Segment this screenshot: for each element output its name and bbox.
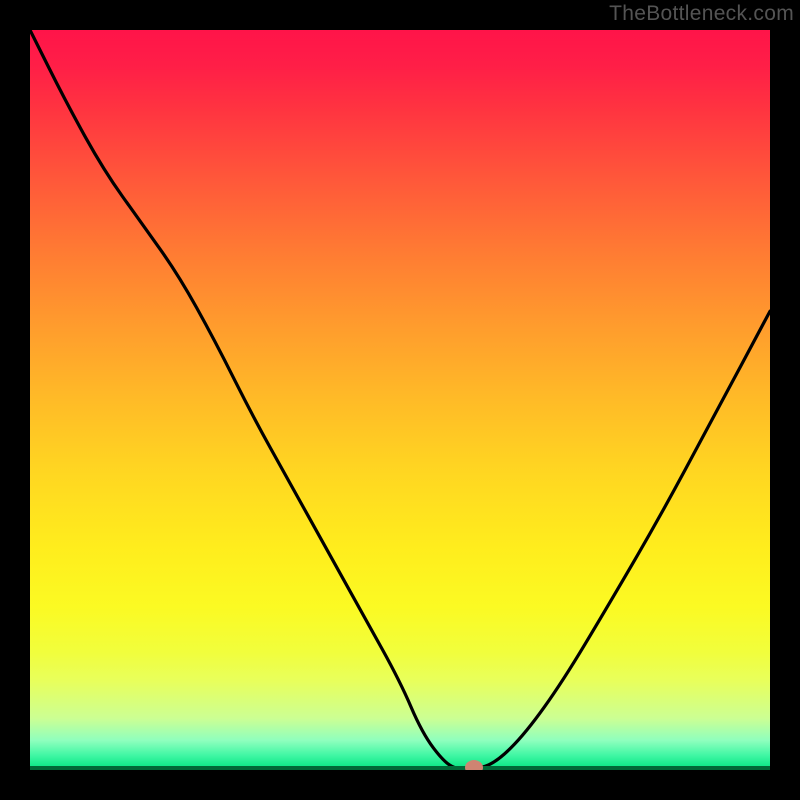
chart-container: TheBottleneck.com [0, 0, 800, 800]
optimum-marker-icon [465, 760, 483, 770]
plot-area [30, 30, 770, 770]
bottleneck-curve [30, 30, 770, 770]
attribution-text: TheBottleneck.com [609, 2, 794, 26]
baseline-strip [30, 766, 770, 770]
